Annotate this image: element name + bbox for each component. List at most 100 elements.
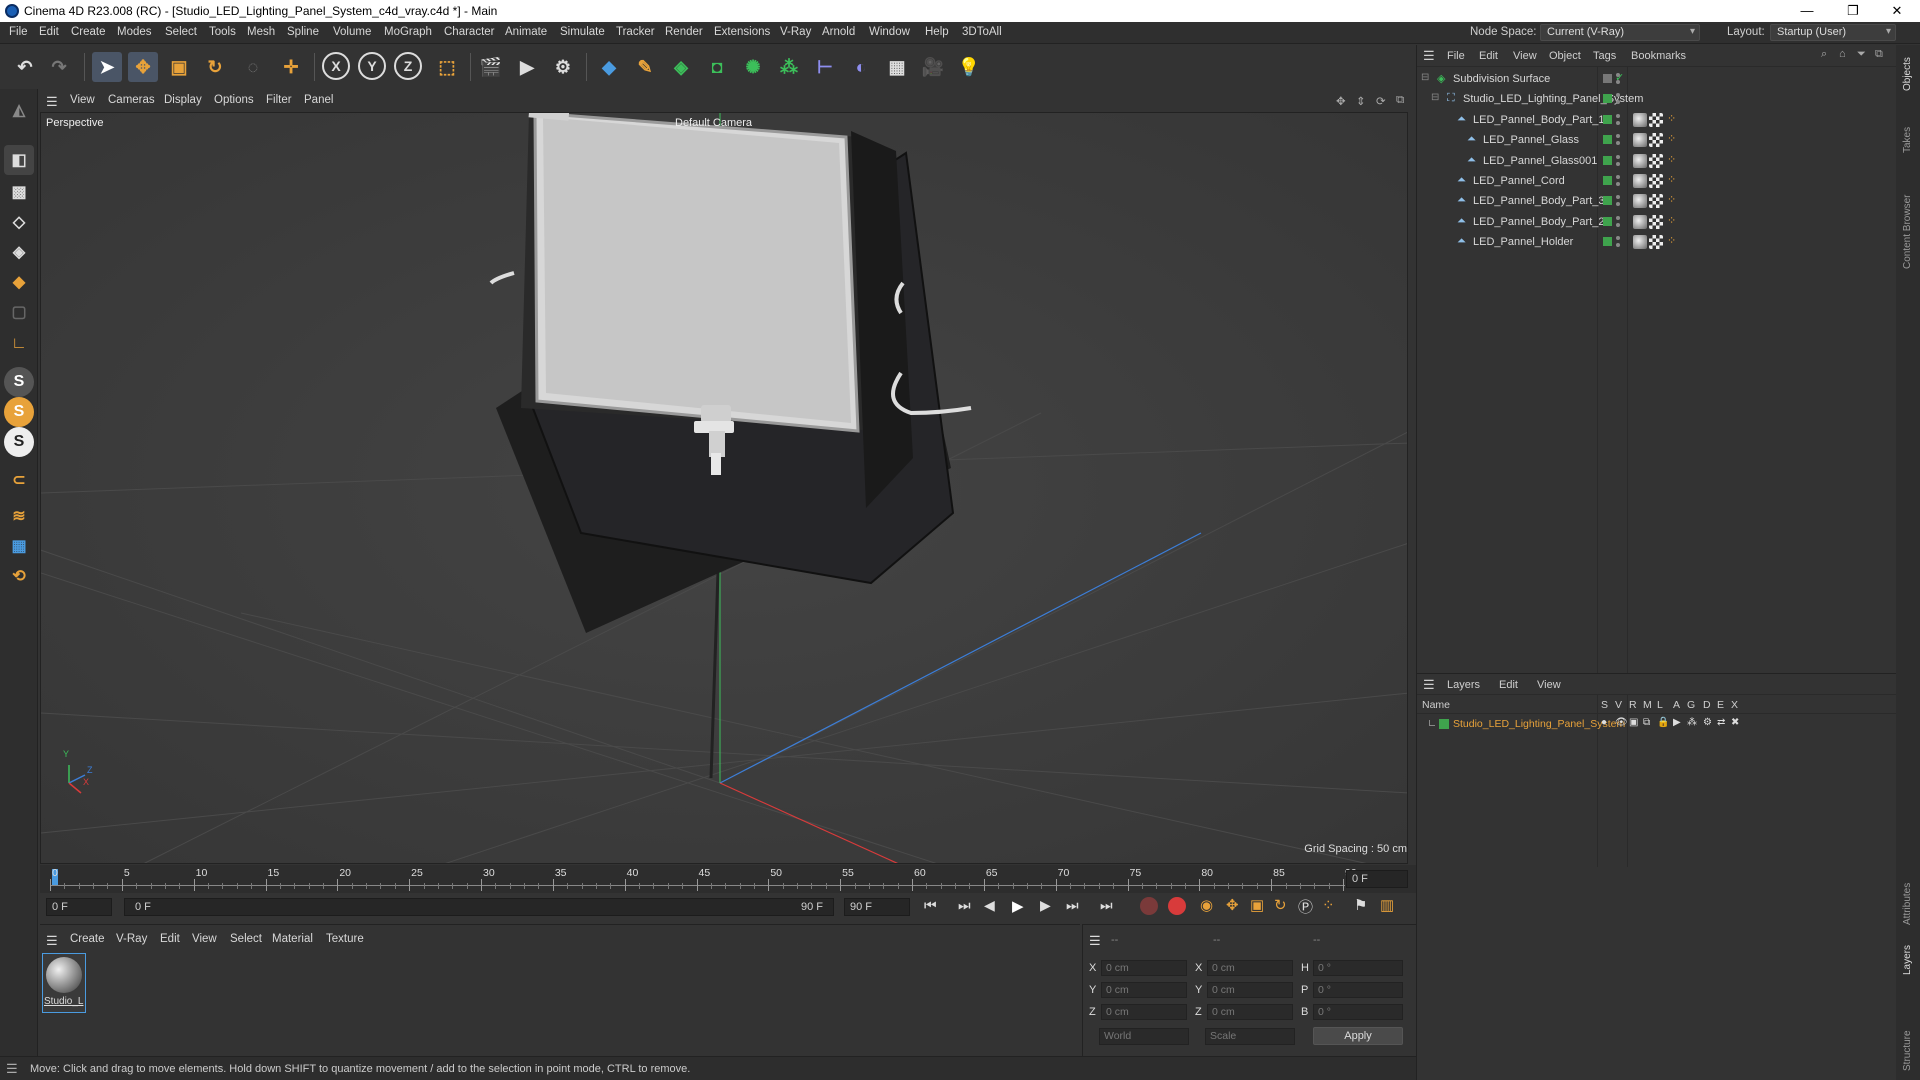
floor-icon[interactable]: ▦	[882, 52, 912, 82]
material-menu-create[interactable]: Create	[70, 933, 105, 945]
menu-modes[interactable]: Modes	[117, 26, 152, 38]
select-tool-icon[interactable]: ➤	[92, 52, 122, 82]
editor-visibility-dot[interactable]	[1616, 195, 1620, 200]
coordinate-space-dropdown[interactable]: World	[1099, 1028, 1189, 1045]
lock-workplane-icon[interactable]: ⟲	[4, 561, 34, 591]
timeline-ruler[interactable]: 051015202530354045505560657075808590 0 F	[40, 865, 1416, 893]
light-icon[interactable]: 💡	[954, 52, 984, 82]
viewport-menu-panel[interactable]: Panel	[304, 94, 333, 106]
render-visibility-dot[interactable]	[1616, 80, 1620, 84]
size-y-field[interactable]: 0 cm	[1207, 982, 1293, 998]
uvw-tag-icon[interactable]	[1649, 235, 1663, 250]
object-menu-bookmarks[interactable]: Bookmarks	[1631, 50, 1686, 62]
layer-swatch[interactable]	[1603, 135, 1612, 145]
menu-mesh[interactable]: Mesh	[247, 26, 275, 38]
x-axis-lock-icon[interactable]: X	[322, 52, 350, 80]
render-icon[interactable]: ▣	[1629, 717, 1638, 728]
key-parameter-icon[interactable]: Ⓟ	[1298, 896, 1313, 917]
snap-icon[interactable]: S	[4, 367, 34, 397]
polygons-mode-icon[interactable]: ◆	[4, 267, 34, 297]
menu-extensions[interactable]: Extensions	[714, 26, 770, 38]
uvw-tag-icon[interactable]	[1649, 214, 1663, 229]
object-row[interactable]: ⏶ LED_Pannel_Cord ⁘	[1417, 171, 1897, 191]
object-name[interactable]: LED_Pannel_Holder	[1473, 236, 1573, 248]
material-swatch[interactable]: Studio_L	[42, 953, 86, 1013]
render-view-icon[interactable]: 🎬	[476, 52, 506, 82]
menu-select[interactable]: Select	[165, 26, 197, 38]
y-axis-lock-icon[interactable]: Y	[358, 52, 386, 80]
redo-icon[interactable]: ↷	[44, 52, 74, 82]
menu-arnold[interactable]: Arnold	[822, 26, 855, 38]
editor-visibility-dot[interactable]	[1616, 154, 1620, 159]
editor-visibility-dot[interactable]	[1616, 215, 1620, 220]
next-key-icon[interactable]: ⏭	[1066, 897, 1079, 914]
side-tab-takes[interactable]: Takes	[1902, 127, 1913, 153]
object-row[interactable]: ⏶ LED_Pannel_Glass ⁘	[1417, 130, 1897, 150]
viewport-menu-filter[interactable]: Filter	[266, 94, 292, 106]
material-tag-icon[interactable]	[1633, 194, 1647, 209]
layer-row[interactable]: Studio_LED_Lighting_Panel_System ● 👁 ▣ ⧉ 🔒 ▶ ⁂…	[1417, 715, 1897, 733]
layer-swatch[interactable]	[1603, 114, 1612, 124]
pos-x-field[interactable]: 0 cm	[1101, 960, 1187, 976]
object-name[interactable]: LED_Pannel_Body_Part_1	[1473, 114, 1604, 126]
spline-pen-icon[interactable]: ✎	[630, 52, 660, 82]
object-row[interactable]: ⊟ ⛶ Studio_LED_Lighting_Panel_System	[1417, 89, 1897, 109]
menu-spline[interactable]: Spline	[287, 26, 319, 38]
rotate-tool-icon[interactable]: ↻	[200, 52, 230, 82]
render-visibility-dot[interactable]	[1616, 243, 1620, 248]
menu-volume[interactable]: Volume	[333, 26, 371, 38]
phong-tag-icon[interactable]: ⁘	[1667, 214, 1676, 227]
coordinate-system-icon[interactable]: ⬚	[432, 52, 462, 82]
make-editable-icon[interactable]: ◭	[4, 95, 34, 125]
manager-icon[interactable]: ⧉	[1643, 717, 1650, 728]
render-visibility-dot[interactable]	[1616, 120, 1620, 125]
z-axis-lock-icon[interactable]: Z	[394, 52, 422, 80]
object-row[interactable]: ⏶ LED_Pannel_Body_Part_1 ⁘	[1417, 110, 1897, 130]
object-row[interactable]: ⏶ LED_Pannel_Body_Part_3 ⁘	[1417, 191, 1897, 211]
visible-icon[interactable]: 👁	[1615, 717, 1628, 728]
deformers-icon[interactable]: ⚙	[1703, 717, 1712, 728]
current-frame-field[interactable]: 0 F	[1346, 870, 1408, 888]
viewport-menu-cameras[interactable]: Cameras	[108, 94, 155, 106]
layer-name[interactable]: Studio_LED_Lighting_Panel_System	[1453, 718, 1625, 730]
object-hamburger-icon[interactable]: ☰	[1423, 48, 1435, 64]
layers-hamburger-icon[interactable]: ☰	[1423, 677, 1435, 693]
phong-tag-icon[interactable]: ⁘	[1667, 193, 1676, 206]
layout-dropdown[interactable]: Startup (User)	[1770, 24, 1896, 41]
object-menu-file[interactable]: File	[1447, 50, 1465, 62]
object-name[interactable]: LED_Pannel_Glass	[1483, 134, 1579, 146]
apply-button[interactable]: Apply	[1313, 1027, 1403, 1045]
uvw-tag-icon[interactable]	[1649, 153, 1663, 168]
object-name[interactable]: Subdivision Surface	[1453, 73, 1550, 85]
deformer-icon[interactable]: ⊢	[810, 52, 840, 82]
filter-icon[interactable]: ⏷	[1857, 48, 1866, 61]
coord-hamburger-icon[interactable]: ☰	[1089, 933, 1101, 949]
object-menu-view[interactable]: View	[1513, 50, 1537, 62]
menu-render[interactable]: Render	[665, 26, 703, 38]
layers-menu-view[interactable]: View	[1537, 679, 1561, 691]
timeline-window-icon[interactable]: ▥	[1380, 896, 1394, 914]
size-x-field[interactable]: 0 cm	[1207, 960, 1293, 976]
pos-z-field[interactable]: 0 cm	[1101, 1004, 1187, 1020]
snap-settings-icon[interactable]: S	[4, 397, 34, 427]
keyframe-selection-icon[interactable]: ◉	[1200, 896, 1213, 914]
size-z-field[interactable]: 0 cm	[1207, 1004, 1293, 1020]
menu-edit[interactable]: Edit	[39, 26, 59, 38]
size-mode-dropdown[interactable]: Scale	[1205, 1028, 1295, 1045]
menu-vray[interactable]: V-Ray	[780, 26, 811, 38]
mograph-icon[interactable]: ⁂	[774, 52, 804, 82]
prev-key-icon[interactable]: ⏭	[958, 897, 971, 914]
start-frame-field[interactable]: 0 F	[46, 898, 112, 916]
play-icon[interactable]: ▶	[1012, 897, 1024, 915]
lock-icon[interactable]: 🔒	[1657, 717, 1669, 728]
menu-help[interactable]: Help	[925, 26, 949, 38]
uvw-tag-icon[interactable]	[1649, 194, 1663, 209]
menu-create[interactable]: Create	[71, 26, 106, 38]
quantize-icon[interactable]: S	[4, 427, 34, 457]
layer-swatch[interactable]	[1603, 155, 1612, 165]
viewport-move-icon[interactable]: ✥	[1336, 94, 1346, 108]
layer-swatch[interactable]	[1603, 196, 1612, 206]
phong-tag-icon[interactable]: ⁘	[1667, 234, 1676, 247]
status-hamburger-icon[interactable]: ☰	[6, 1061, 18, 1077]
uvw-tag-icon[interactable]	[1649, 112, 1663, 127]
